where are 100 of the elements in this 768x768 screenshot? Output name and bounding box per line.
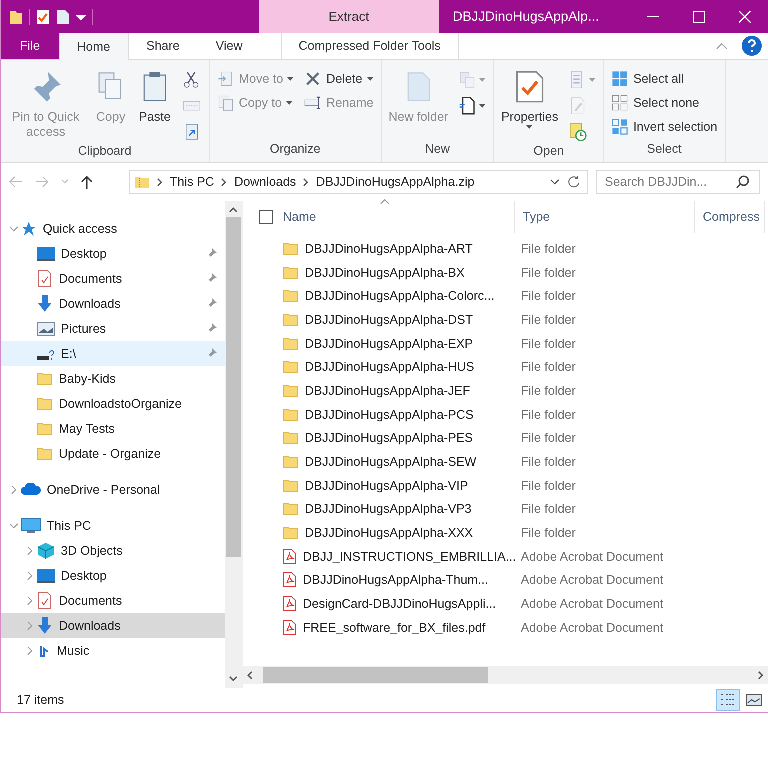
ribbon-tab[interactable]: Compressed Folder Tools <box>280 33 459 59</box>
ribbon-button[interactable]: Select none <box>608 92 721 114</box>
nav-item[interactable]: Downloads <box>1 613 225 638</box>
file-name: DBJJDinoHugsAppAlpha-DST <box>305 312 474 327</box>
copy-to-icon <box>217 94 235 112</box>
column-header[interactable]: Compress <box>695 201 765 233</box>
nav-item[interactable]: Update - Organize <box>1 441 225 466</box>
nav-item[interactable]: Documents <box>1 588 225 613</box>
file-row[interactable]: DBJJDinoHugsAppAlpha-EXP File folder <box>243 332 768 356</box>
file-row[interactable]: DBJJDinoHugsAppAlpha-PES File folder <box>243 426 768 450</box>
rename-icon <box>304 94 322 112</box>
minimize-icon <box>647 16 659 18</box>
file-row[interactable]: DBJJDinoHugsAppAlpha-VP3 File folder <box>243 498 768 522</box>
column-header[interactable]: Name <box>275 201 515 233</box>
file-row[interactable]: DBJJDinoHugsAppAlpha-Thum... Adobe Acrobat Document <box>243 568 768 592</box>
scroll-left-icon[interactable] <box>247 670 253 680</box>
scroll-right-icon[interactable] <box>758 670 764 680</box>
help-icon[interactable] <box>742 36 762 56</box>
file-row[interactable]: DBJJDinoHugsAppAlpha-BX File folder <box>243 260 768 284</box>
file-name: DBJJDinoHugsAppAlpha-SEW <box>305 455 477 470</box>
pdf-file-icon <box>283 596 297 612</box>
file-row[interactable]: DBJJDinoHugsAppAlpha-PCS File folder <box>243 402 768 426</box>
file-name: DBJJDinoHugsAppAlpha-BX <box>305 266 465 280</box>
file-row[interactable]: DBJJDinoHugsAppAlpha-Colorc... File folder <box>243 284 768 308</box>
file-row[interactable]: DBJJDinoHugsAppAlpha-JEF File folder <box>243 379 768 403</box>
nav-item[interactable]: 3D Objects <box>1 538 225 563</box>
scroll-up-icon[interactable] <box>229 207 238 213</box>
group-label: Clipboard <box>77 144 133 160</box>
details-view-button[interactable] <box>716 689 740 711</box>
ribbon-button[interactable]: Properties <box>498 68 562 131</box>
picture-icon <box>746 694 762 706</box>
refresh-icon[interactable] <box>567 175 581 189</box>
pdf-file-icon <box>283 572 297 588</box>
dropdown-caret-icon <box>479 104 486 108</box>
pdf-file-icon <box>283 548 297 565</box>
file-row[interactable]: DBJJDinoHugsAppAlpha-SEW File folder <box>243 450 768 474</box>
address-bar[interactable]: This PC Downloads DBJJDinoHugsAppAlpha.zip <box>129 170 588 194</box>
nav-item[interactable]: OneDrive - Personal <box>1 477 225 502</box>
nav-item[interactable]: Pictures <box>1 316 225 341</box>
file-row[interactable]: FREE_software_for_BX_files.pdf Adobe Acrobat Document <box>243 616 768 640</box>
pdf-file-icon <box>283 620 297 636</box>
select-all-checkbox[interactable] <box>259 210 273 224</box>
group-label: New <box>424 142 452 158</box>
scroll-thumb[interactable] <box>263 667 488 683</box>
file-row[interactable]: DBJJDinoHugsAppAlpha-ART File folder <box>243 237 768 261</box>
search-field[interactable]: Search DBJJDin... <box>596 170 760 194</box>
cube-icon <box>37 542 55 560</box>
nav-item[interactable]: DownloadstoOrganize <box>1 391 225 416</box>
file-type: File folder <box>521 455 576 470</box>
file-name: DBJJDinoHugsAppAlpha-VP3 <box>305 502 472 516</box>
ribbon-tab[interactable]: Home <box>59 33 128 60</box>
scroll-down-icon[interactable] <box>229 676 238 682</box>
nav-item[interactable]: Documents <box>1 266 225 291</box>
breadcrumb[interactable]: DBJJDinoHugsAppAlpha.zip <box>316 175 475 189</box>
file-row[interactable]: DesignCard-DBJJDinoHugsAppli... Adobe Acrobat Document <box>243 592 768 616</box>
ribbon-button[interactable]: Paste <box>135 68 175 127</box>
nav-item[interactable]: E:\ <box>1 341 225 366</box>
nav-item[interactable]: Music <box>1 638 225 663</box>
breadcrumb[interactable]: Downloads <box>234 175 296 189</box>
ribbon-button[interactable]: Select all <box>608 68 721 90</box>
nav-item[interactable]: Desktop <box>1 563 225 588</box>
file-type: File folder <box>521 336 576 351</box>
window-title: DBJJDinoHugsAppAlp... <box>452 8 600 26</box>
file-type: File folder <box>521 266 576 280</box>
folder-icon <box>9 8 23 24</box>
column-header[interactable]: Type <box>515 201 695 233</box>
file-row[interactable]: DBJJ_INSTRUCTIONS_EMBRILLIA... Adobe Acrobat Document <box>243 544 768 569</box>
nav-item[interactable]: This PC <box>1 513 225 538</box>
file-row[interactable]: DBJJDinoHugsAppAlpha-VIP File folder <box>243 474 768 498</box>
nav-item[interactable]: Desktop <box>1 241 225 266</box>
file-type: Adobe Acrobat Document <box>521 597 664 612</box>
file-name: DBJJDinoHugsAppAlpha-Thum... <box>303 573 488 588</box>
computer-icon <box>21 518 41 534</box>
nav-item[interactable]: Baby-Kids <box>1 366 225 391</box>
scrollbar[interactable] <box>225 201 242 688</box>
file-row[interactable]: DBJJDinoHugsAppAlpha-XXX File folder <box>243 521 768 545</box>
nav-item[interactable]: May Tests <box>1 416 225 441</box>
ribbon-button[interactable]: Invert selection <box>608 116 721 138</box>
folder-icon <box>283 312 299 328</box>
up-arrow-icon[interactable] <box>81 175 93 189</box>
ribbon-tab[interactable]: File <box>1 33 60 59</box>
collapse-chevron-icon[interactable] <box>716 42 728 50</box>
nav-item[interactable]: Quick access <box>1 216 225 241</box>
file-row[interactable]: DBJJDinoHugsAppAlpha-DST File folder <box>243 308 768 332</box>
file-row[interactable]: DBJJDinoHugsAppAlpha-HUS File folder <box>243 355 768 380</box>
breadcrumb[interactable]: This PC <box>170 175 214 189</box>
dropdown-chevron-icon[interactable] <box>550 179 560 185</box>
chevron-icon <box>26 646 34 654</box>
file-name: DBJJDinoHugsAppAlpha-JEF <box>305 384 470 398</box>
scrollbar[interactable] <box>243 666 768 684</box>
folder-icon <box>283 478 299 494</box>
chevron-icon <box>26 596 34 604</box>
scroll-thumb[interactable] <box>226 217 241 557</box>
move-icon <box>217 70 235 88</box>
maximize-icon <box>693 10 705 22</box>
ribbon-button[interactable]: Delete <box>301 68 377 90</box>
chevron-icon <box>26 572 34 580</box>
nav-item[interactable]: Downloads <box>1 291 225 316</box>
customize-caret-icon[interactable] <box>76 12 86 20</box>
chevron-icon <box>10 224 18 232</box>
